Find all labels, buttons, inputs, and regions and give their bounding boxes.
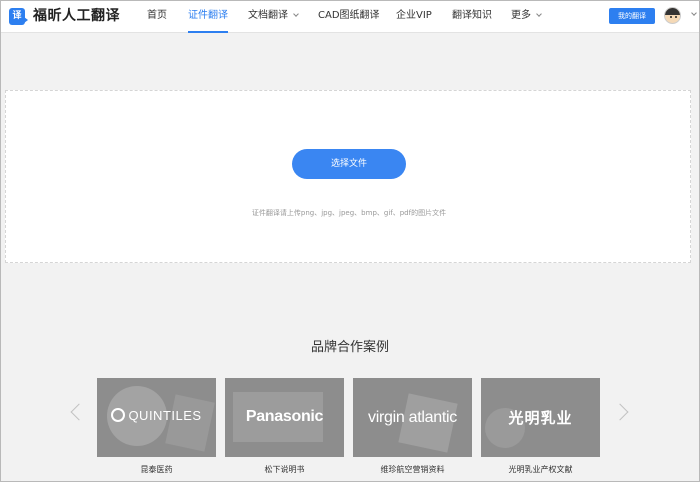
brand-card-name: 松下说明书 [264,465,305,474]
upload-area[interactable]: 选择文件 证件翻译请上传png、jpg、jpeg、bmp、gif、pdf的图片文… [5,90,691,263]
choose-file-button[interactable]: 选择文件 [292,149,406,179]
brand-card-name: 光明乳业产权文献 [508,465,573,474]
virgin-atlantic-logo: virgin atlantic [368,409,457,426]
brand-card[interactable]: QUINTILES 昆泰医药 [97,378,216,475]
brand-card-name: 昆泰医药 [140,465,173,474]
nav-document-translation[interactable]: 文档翻译 [248,0,299,33]
avatar-icon[interactable] [664,7,681,24]
brand-section-title: 品牌合作案例 [310,340,389,355]
nav-label: 文档翻译 [248,10,288,21]
brand-logo-text: QUINTILES [128,408,202,423]
nav-label: 更多 [511,10,531,21]
nav-more[interactable]: 更多 [511,0,542,33]
brand-card-image: virgin atlantic [353,378,472,457]
brand-card-image: Panasonic [225,378,344,457]
brand-card[interactable]: 光明乳业 光明乳业产权文献 [481,378,600,475]
chevron-left-icon[interactable] [70,403,88,421]
nav-label: CAD图纸翻译 [318,10,380,21]
nav-label: 翻译知识 [452,10,492,21]
my-translation-button[interactable]: 我的翻译 [609,8,655,24]
nav-label: 证件翻译 [188,10,228,21]
top-navbar: 译 福昕人工翻译 首页 证件翻译 文档翻译 CAD图纸翻译 企业VIP 翻译知识… [0,0,700,33]
upload-hint: 证件翻译请上传png、jpg、jpeg、bmp、gif、pdf的图片文件 [251,209,447,217]
nav-enterprise-vip[interactable]: 企业VIP [396,0,432,33]
chevron-down-icon[interactable] [691,10,697,16]
nav-certificate-translation[interactable]: 证件翻译 [188,0,228,33]
quintiles-logo: QUINTILES [97,408,216,423]
brand-card[interactable]: Panasonic 松下说明书 [225,378,344,475]
nav-label: 企业VIP [396,10,432,21]
chevron-right-icon[interactable] [611,403,629,421]
brand-card-image: 光明乳业 [481,378,600,457]
nav-label: 首页 [147,10,167,21]
brand-card-name: 维珍航空营销资料 [380,465,445,474]
guangming-logo: 光明乳业 [508,409,573,427]
panasonic-logo: Panasonic [245,408,324,425]
nav-translation-knowledge[interactable]: 翻译知识 [452,0,492,33]
brand-card-image: QUINTILES [97,378,216,457]
logo-text[interactable]: 福昕人工翻译 [33,7,120,26]
nav-home[interactable]: 首页 [147,0,167,33]
brand-card[interactable]: virgin atlantic 维珍航空营销资料 [353,378,472,475]
nav-cad-translation[interactable]: CAD图纸翻译 [318,0,380,33]
chevron-down-icon [536,11,542,17]
chevron-down-icon [293,11,299,17]
logo-icon[interactable]: 译 [9,8,28,25]
